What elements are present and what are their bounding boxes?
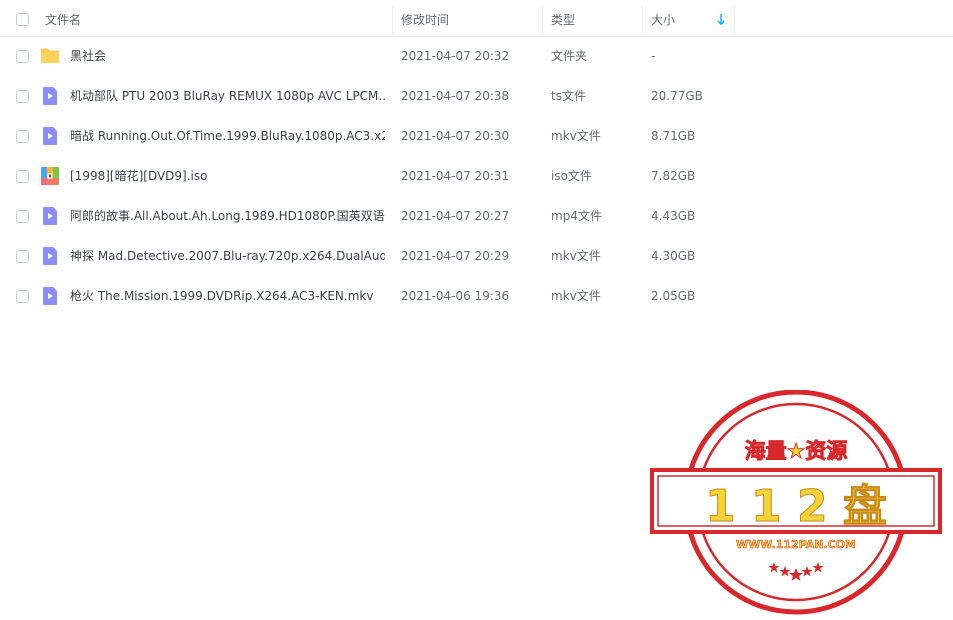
file-modified-time: 2021-04-07 20:38 — [401, 89, 510, 103]
watermark-stamp: 海量★资源 1 1 2 盘 WWW.112PAN.COM — [650, 390, 942, 615]
star-icon — [789, 568, 803, 581]
file-list-header: 文件名 修改时间 类型 大小 — [0, 0, 953, 37]
row-checkbox[interactable] — [16, 130, 29, 143]
file-size: 8.71GB — [651, 129, 696, 143]
file-type: mkv文件 — [551, 129, 601, 143]
row-checkbox[interactable] — [16, 90, 29, 103]
file-size: 4.43GB — [651, 209, 696, 223]
star-icon — [768, 562, 780, 573]
video-file-icon — [43, 127, 57, 145]
file-name[interactable]: 枪火 The.Mission.1999.DVDRip.X264.AC3-KEN.… — [70, 276, 385, 316]
row-checkbox[interactable] — [16, 290, 29, 303]
file-type: iso文件 — [551, 169, 592, 183]
watermark-main-text: 1 1 2 盘 — [705, 481, 887, 532]
file-row[interactable]: 神探 Mad.Detective.2007.Blu-ray.720p.x264.… — [0, 236, 953, 276]
video-file-icon — [43, 207, 57, 225]
file-size: 2.05GB — [651, 289, 696, 303]
file-row[interactable]: 阿郎的故事.All.About.Ah.Long.1989.HD1080P.国英双… — [0, 196, 953, 236]
row-checkbox[interactable] — [16, 50, 29, 63]
row-checkbox[interactable] — [16, 210, 29, 223]
file-row[interactable]: 黑社会 2021-04-07 20:32 文件夹 - — [0, 36, 953, 76]
file-type: mp4文件 — [551, 209, 602, 223]
file-name[interactable]: 机动部队 PTU 2003 BluRay REMUX 1080p AVC LPC… — [70, 76, 385, 116]
column-header-size[interactable]: 大小 — [651, 0, 675, 36]
file-name[interactable]: [1998][暗花][DVD9].iso — [70, 156, 385, 196]
file-size: - — [651, 49, 656, 63]
file-row[interactable]: 暗战 Running.Out.Of.Time.1999.BluRay.1080p… — [0, 116, 953, 156]
file-modified-time: 2021-04-07 20:30 — [401, 129, 510, 143]
star-icon — [812, 562, 824, 573]
column-header-time[interactable]: 修改时间 — [401, 0, 449, 36]
archive-file-icon — [41, 167, 59, 185]
file-modified-time: 2021-04-07 20:27 — [401, 209, 510, 223]
file-name[interactable]: 阿郎的故事.All.About.Ah.Long.1989.HD1080P.国英双… — [70, 196, 385, 236]
file-name[interactable]: 黑社会 — [70, 36, 385, 76]
file-size: 20.77GB — [651, 89, 703, 103]
video-file-icon — [43, 247, 57, 265]
file-name[interactable]: 神探 Mad.Detective.2007.Blu-ray.720p.x264.… — [70, 236, 385, 276]
file-modified-time: 2021-04-07 20:31 — [401, 169, 510, 183]
column-header-type-label: 类型 — [551, 13, 576, 27]
watermark-stars — [768, 562, 824, 581]
file-size: 4.30GB — [651, 249, 696, 263]
watermark-url-text: WWW.112PAN.COM — [736, 538, 856, 551]
star-icon — [801, 566, 813, 577]
file-name[interactable]: 暗战 Running.Out.Of.Time.1999.BluRay.1080p… — [70, 116, 385, 156]
column-header-type[interactable]: 类型 — [551, 0, 575, 36]
file-row[interactable]: 机动部队 PTU 2003 BluRay REMUX 1080p AVC LPC… — [0, 76, 953, 116]
file-type: 文件夹 — [551, 49, 588, 63]
column-header-time-label: 修改时间 — [401, 13, 450, 27]
file-type: mkv文件 — [551, 289, 601, 303]
file-row[interactable]: [1998][暗花][DVD9].iso 2021-04-07 20:31 is… — [0, 156, 953, 196]
select-all-checkbox[interactable] — [16, 13, 29, 26]
column-divider[interactable] — [642, 5, 643, 35]
column-header-size-label: 大小 — [651, 13, 676, 27]
video-file-icon — [43, 87, 57, 105]
file-size: 7.82GB — [651, 169, 696, 183]
row-checkbox[interactable] — [16, 250, 29, 263]
column-divider[interactable] — [734, 5, 735, 35]
column-divider[interactable] — [542, 5, 543, 35]
folder-icon — [41, 48, 59, 63]
file-list-view: 文件名 修改时间 类型 大小 黑社会 2021-04-07 20:32 文件夹 … — [0, 0, 953, 620]
column-header-name[interactable]: 文件名 — [45, 0, 81, 36]
star-icon — [779, 566, 791, 577]
watermark-top-text: 海量★资源 — [745, 439, 848, 463]
column-divider[interactable] — [392, 5, 393, 35]
file-type: ts文件 — [551, 89, 586, 103]
file-modified-time: 2021-04-06 19:36 — [401, 289, 510, 303]
file-row[interactable]: 枪火 The.Mission.1999.DVDRip.X264.AC3-KEN.… — [0, 276, 953, 316]
row-checkbox[interactable] — [16, 170, 29, 183]
file-modified-time: 2021-04-07 20:29 — [401, 249, 510, 263]
sort-descending-icon[interactable] — [716, 13, 726, 27]
column-header-name-label: 文件名 — [45, 13, 82, 27]
video-file-icon — [43, 287, 57, 305]
file-type: mkv文件 — [551, 249, 601, 263]
file-modified-time: 2021-04-07 20:32 — [401, 49, 510, 63]
